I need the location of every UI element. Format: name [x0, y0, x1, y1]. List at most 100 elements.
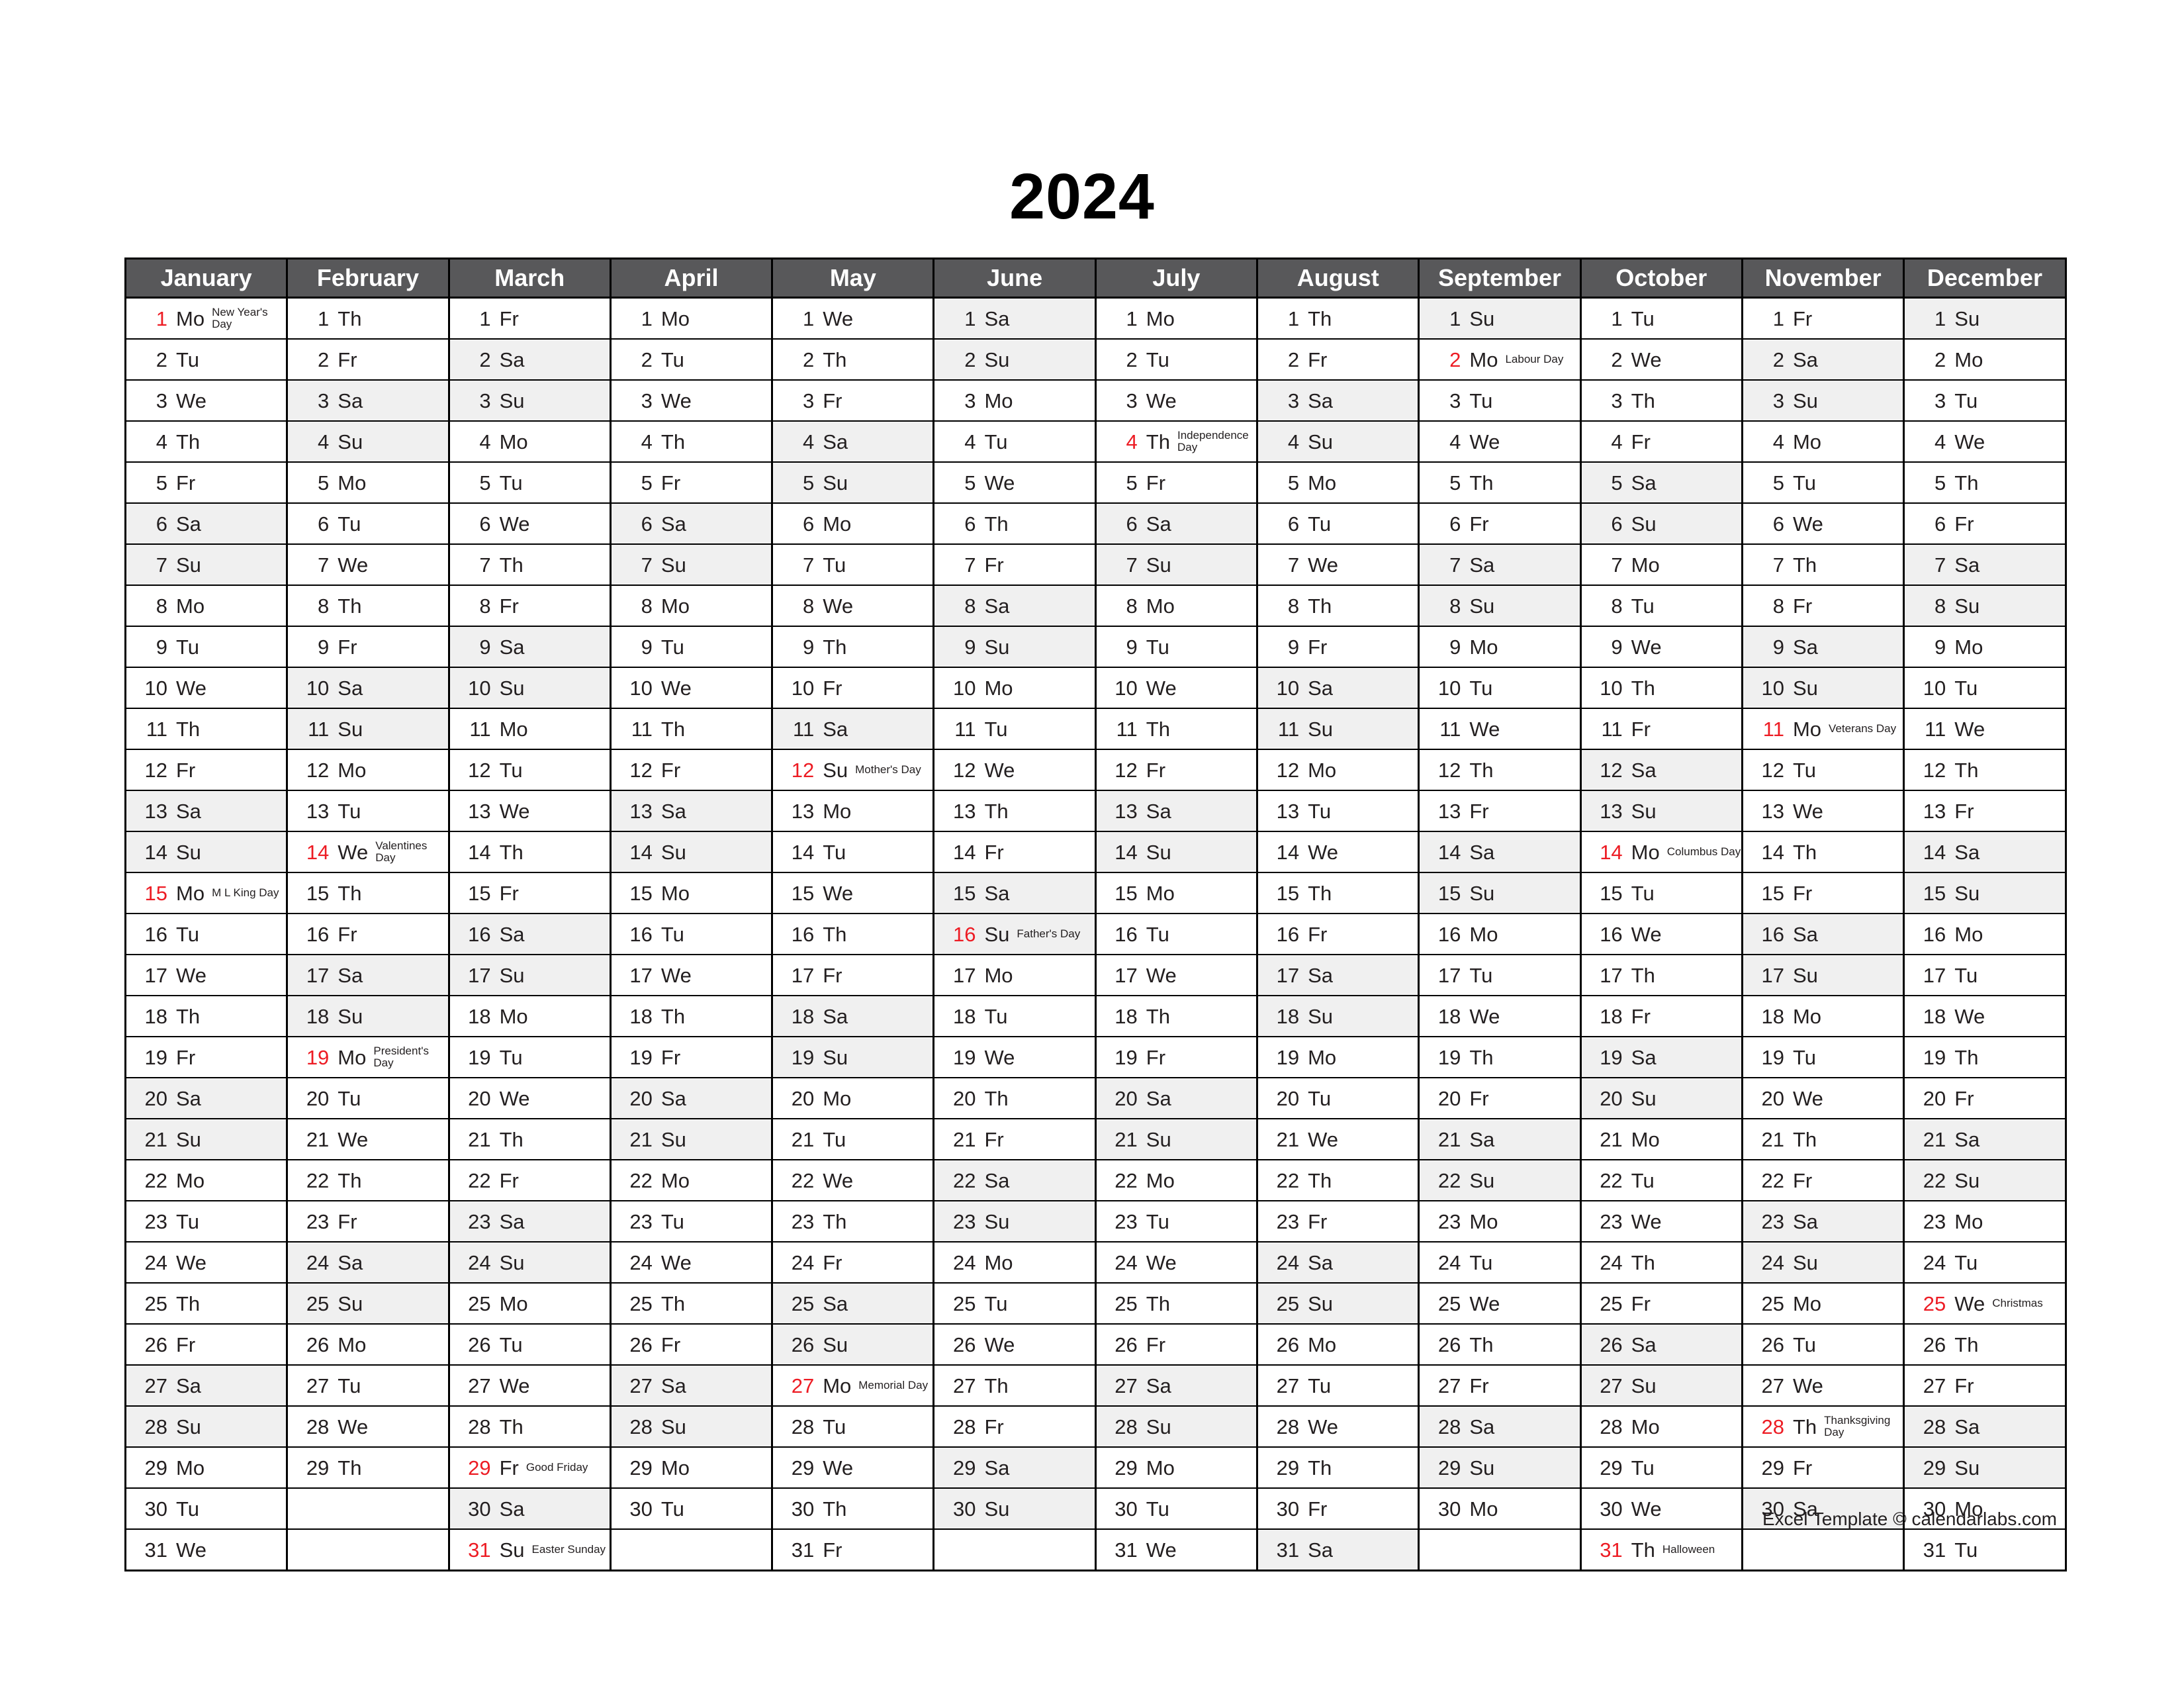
day-cell-september-20[interactable]: 20 Fr: [1418, 1078, 1582, 1119]
day-cell-march-20[interactable]: 20 We: [449, 1078, 612, 1119]
day-cell-february-27[interactable]: 27 Tu: [287, 1365, 450, 1407]
day-cell-october-10[interactable]: 10 Th: [1580, 667, 1743, 709]
day-cell-august-27[interactable]: 27 Tu: [1257, 1365, 1420, 1407]
day-cell-november-27[interactable]: 27 We: [1742, 1365, 1905, 1407]
day-cell-march-5[interactable]: 5 Tu: [449, 462, 612, 504]
day-cell-july-11[interactable]: 11 Th: [1095, 708, 1259, 750]
day-cell-march-9[interactable]: 9 Sa: [449, 626, 612, 668]
day-cell-june-1[interactable]: 1 Sa: [933, 297, 1097, 340]
day-cell-august-9[interactable]: 9 Fr: [1257, 626, 1420, 668]
day-cell-july-7[interactable]: 7 Su: [1095, 544, 1259, 586]
day-cell-december-9[interactable]: 9 Mo: [1903, 626, 2066, 668]
day-cell-february-12[interactable]: 12 Mo: [287, 749, 450, 791]
day-cell-september-6[interactable]: 6 Fr: [1418, 503, 1582, 545]
day-cell-may-29[interactable]: 29 We: [772, 1447, 935, 1489]
day-cell-may-22[interactable]: 22 We: [772, 1160, 935, 1201]
day-cell-june-8[interactable]: 8 Sa: [933, 585, 1097, 627]
day-cell-december-8[interactable]: 8 Su: [1903, 585, 2066, 627]
day-cell-june-9[interactable]: 9 Su: [933, 626, 1097, 668]
day-cell-january-24[interactable]: 24 We: [125, 1242, 289, 1284]
day-cell-january-16[interactable]: 16 Tu: [125, 914, 289, 955]
day-cell-april-22[interactable]: 22 Mo: [610, 1160, 774, 1201]
day-cell-july-26[interactable]: 26 Fr: [1095, 1324, 1259, 1366]
day-cell-september-13[interactable]: 13 Fr: [1418, 790, 1582, 832]
day-cell-may-27[interactable]: 27 Mo Memorial Day: [772, 1365, 935, 1407]
day-cell-may-28[interactable]: 28 Tu: [772, 1406, 935, 1448]
day-cell-october-22[interactable]: 22 Tu: [1580, 1160, 1743, 1201]
day-cell-may-7[interactable]: 7 Tu: [772, 544, 935, 586]
day-cell-october-12[interactable]: 12 Sa: [1580, 749, 1743, 791]
day-cell-january-28[interactable]: 28 Su: [125, 1406, 289, 1448]
day-cell-july-6[interactable]: 6 Sa: [1095, 503, 1259, 545]
day-cell-february-19[interactable]: 19 Mo President's Day: [287, 1037, 450, 1078]
day-cell-june-13[interactable]: 13 Th: [933, 790, 1097, 832]
day-cell-april-11[interactable]: 11 Th: [610, 708, 774, 750]
day-cell-september-28[interactable]: 28 Sa: [1418, 1406, 1582, 1448]
day-cell-january-9[interactable]: 9 Tu: [125, 626, 289, 668]
day-cell-january-26[interactable]: 26 Fr: [125, 1324, 289, 1366]
day-cell-august-10[interactable]: 10 Sa: [1257, 667, 1420, 709]
day-cell-january-21[interactable]: 21 Su: [125, 1119, 289, 1160]
day-cell-july-27[interactable]: 27 Sa: [1095, 1365, 1259, 1407]
day-cell-july-22[interactable]: 22 Mo: [1095, 1160, 1259, 1201]
day-cell-april-1[interactable]: 1 Mo: [610, 297, 774, 340]
day-cell-january-29[interactable]: 29 Mo: [125, 1447, 289, 1489]
day-cell-february-18[interactable]: 18 Su: [287, 996, 450, 1037]
day-cell-october-13[interactable]: 13 Su: [1580, 790, 1743, 832]
day-cell-march-22[interactable]: 22 Fr: [449, 1160, 612, 1201]
day-cell-may-16[interactable]: 16 Th: [772, 914, 935, 955]
day-cell-february-25[interactable]: 25 Su: [287, 1283, 450, 1325]
day-cell-october-1[interactable]: 1 Tu: [1580, 297, 1743, 340]
day-cell-april-25[interactable]: 25 Th: [610, 1283, 774, 1325]
day-cell-october-28[interactable]: 28 Mo: [1580, 1406, 1743, 1448]
day-cell-june-16[interactable]: 16 Su Father's Day: [933, 914, 1097, 955]
day-cell-june-4[interactable]: 4 Tu: [933, 421, 1097, 463]
day-cell-november-19[interactable]: 19 Tu: [1742, 1037, 1905, 1078]
day-cell-december-12[interactable]: 12 Th: [1903, 749, 2066, 791]
day-cell-may-31[interactable]: 31 Fr: [772, 1529, 935, 1571]
day-cell-february-24[interactable]: 24 Sa: [287, 1242, 450, 1284]
day-cell-april-4[interactable]: 4 Th: [610, 421, 774, 463]
day-cell-may-26[interactable]: 26 Su: [772, 1324, 935, 1366]
day-cell-november-5[interactable]: 5 Tu: [1742, 462, 1905, 504]
day-cell-august-6[interactable]: 6 Tu: [1257, 503, 1420, 545]
day-cell-january-3[interactable]: 3 We: [125, 380, 289, 422]
day-cell-april-13[interactable]: 13 Sa: [610, 790, 774, 832]
day-cell-january-25[interactable]: 25 Th: [125, 1283, 289, 1325]
day-cell-december-22[interactable]: 22 Su: [1903, 1160, 2066, 1201]
day-cell-march-17[interactable]: 17 Su: [449, 955, 612, 996]
day-cell-january-10[interactable]: 10 We: [125, 667, 289, 709]
day-cell-july-2[interactable]: 2 Tu: [1095, 339, 1259, 381]
day-cell-august-19[interactable]: 19 Mo: [1257, 1037, 1420, 1078]
day-cell-august-11[interactable]: 11 Su: [1257, 708, 1420, 750]
day-cell-april-16[interactable]: 16 Tu: [610, 914, 774, 955]
day-cell-november-23[interactable]: 23 Sa: [1742, 1201, 1905, 1243]
day-cell-may-24[interactable]: 24 Fr: [772, 1242, 935, 1284]
day-cell-june-20[interactable]: 20 Th: [933, 1078, 1097, 1119]
day-cell-july-1[interactable]: 1 Mo: [1095, 297, 1259, 340]
day-cell-july-16[interactable]: 16 Tu: [1095, 914, 1259, 955]
day-cell-september-5[interactable]: 5 Th: [1418, 462, 1582, 504]
day-cell-may-3[interactable]: 3 Fr: [772, 380, 935, 422]
day-cell-may-1[interactable]: 1 We: [772, 297, 935, 340]
day-cell-april-28[interactable]: 28 Su: [610, 1406, 774, 1448]
day-cell-june-27[interactable]: 27 Th: [933, 1365, 1097, 1407]
day-cell-february-21[interactable]: 21 We: [287, 1119, 450, 1160]
day-cell-november-15[interactable]: 15 Fr: [1742, 872, 1905, 914]
day-cell-april-5[interactable]: 5 Fr: [610, 462, 774, 504]
day-cell-october-2[interactable]: 2 We: [1580, 339, 1743, 381]
day-cell-july-3[interactable]: 3 We: [1095, 380, 1259, 422]
day-cell-april-10[interactable]: 10 We: [610, 667, 774, 709]
day-cell-january-2[interactable]: 2 Tu: [125, 339, 289, 381]
day-cell-october-15[interactable]: 15 Tu: [1580, 872, 1743, 914]
day-cell-july-20[interactable]: 20 Sa: [1095, 1078, 1259, 1119]
day-cell-june-25[interactable]: 25 Tu: [933, 1283, 1097, 1325]
day-cell-september-14[interactable]: 14 Sa: [1418, 831, 1582, 873]
day-cell-february-11[interactable]: 11 Su: [287, 708, 450, 750]
day-cell-september-26[interactable]: 26 Th: [1418, 1324, 1582, 1366]
day-cell-may-15[interactable]: 15 We: [772, 872, 935, 914]
day-cell-july-5[interactable]: 5 Fr: [1095, 462, 1259, 504]
day-cell-june-21[interactable]: 21 Fr: [933, 1119, 1097, 1160]
day-cell-november-8[interactable]: 8 Fr: [1742, 585, 1905, 627]
day-cell-march-8[interactable]: 8 Fr: [449, 585, 612, 627]
